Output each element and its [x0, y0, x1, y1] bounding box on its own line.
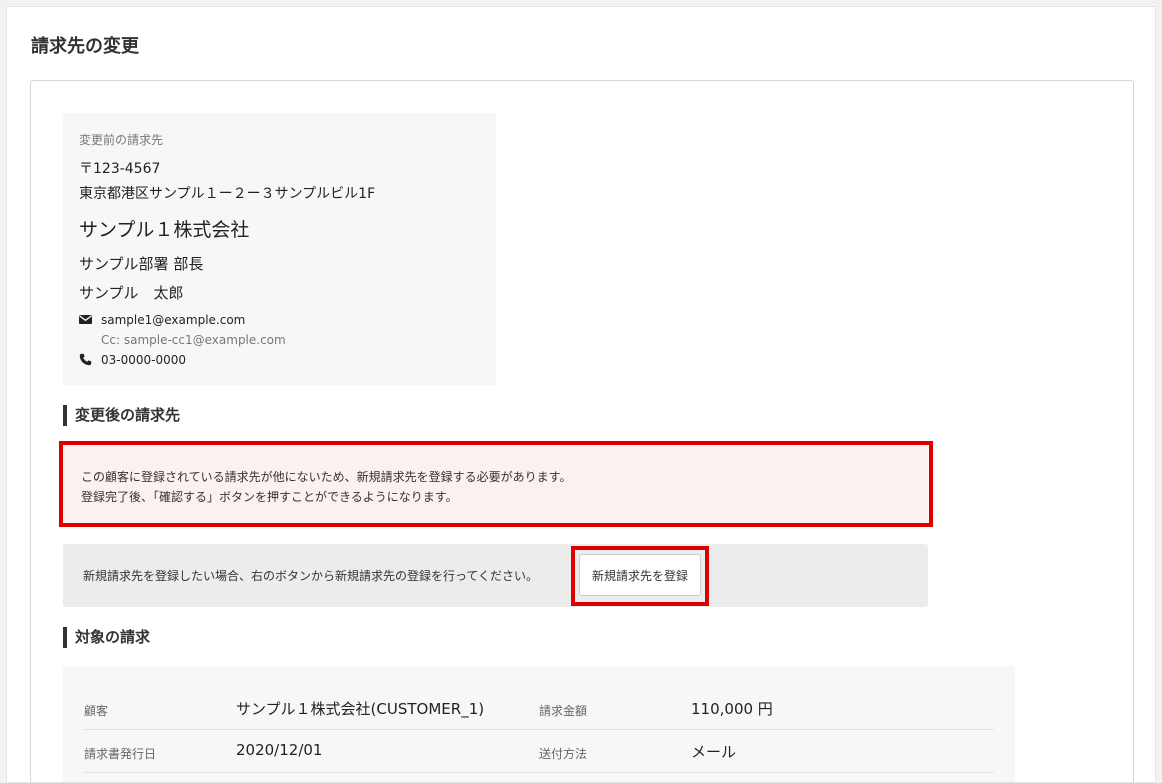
amount-label: 請求金額	[539, 704, 588, 718]
amount-value: 110,000 円	[691, 700, 773, 718]
invoice-row: 顧客 サンプル１株式会社(CUSTOMER_1) 請求金額 110,000 円	[84, 687, 994, 730]
delivery-method-label: 送付方法	[539, 747, 588, 761]
phone-row: 03-0000-0000	[79, 353, 480, 367]
alert-line-2: 登録完了後、「確認する」ボタンを押すことができるようになります。	[81, 490, 458, 504]
department: サンプル部署 部長	[79, 255, 204, 273]
postal-code: 〒123-4567	[79, 161, 161, 177]
register-instruction: 新規請求先を登録したい場合、右のボタンから新規請求先の登録を行ってください。	[83, 569, 539, 583]
cc-email: Cc: sample-cc1@example.com	[101, 333, 286, 347]
target-invoice-heading: 対象の請求	[63, 627, 150, 648]
contact-person: サンプル 太郎	[79, 284, 184, 302]
email: sample1@example.com	[101, 313, 246, 327]
phone-icon	[79, 353, 93, 367]
invoice-details: 顧客 サンプル１株式会社(CUSTOMER_1) 請求金額 110,000 円 …	[63, 666, 1015, 782]
envelope-icon	[79, 313, 93, 327]
invoice-row: 請求書発行日 2020/12/01 送付方法 メール	[84, 730, 994, 773]
company-name: サンプル１株式会社	[79, 219, 250, 241]
issue-date-label: 請求書発行日	[84, 747, 157, 761]
phone-number: 03-0000-0000	[101, 353, 187, 367]
new-billing-heading: 変更後の請求先	[63, 405, 180, 426]
customer-value: サンプル１株式会社(CUSTOMER_1)	[236, 700, 485, 718]
previous-billing-info: 変更前の請求先 〒123-4567 東京都港区サンプル１ー２ー３サンプルビル1F…	[63, 113, 496, 385]
content-card: 変更前の請求先 〒123-4567 東京都港区サンプル１ー２ー３サンプルビル1F…	[30, 80, 1134, 782]
customer-label: 顧客	[84, 704, 109, 718]
register-bar: 新規請求先を登録したい場合、右のボタンから新規請求先の登録を行ってください。 新…	[63, 544, 928, 607]
register-new-billing-button[interactable]: 新規請求先を登録	[579, 554, 701, 596]
previous-billing-label: 変更前の請求先	[79, 133, 164, 147]
address: 東京都港区サンプル１ー２ー３サンプルビル1F	[79, 186, 376, 202]
alert-line-1: この顧客に登録されている請求先が他にないため、新規請求先を登録する必要があります…	[81, 470, 572, 484]
page-title: 請求先の変更	[31, 36, 139, 57]
email-row: sample1@example.com	[79, 313, 480, 327]
issue-date-value: 2020/12/01	[236, 741, 323, 759]
warning-alert: この顧客に登録されている請求先が他にないため、新規請求先を登録する必要があります…	[63, 445, 929, 523]
app-window: 請求先の変更 変更前の請求先 〒123-4567 東京都港区サンプル１ー２ー３サ…	[6, 6, 1156, 783]
delivery-method-value: メール	[691, 743, 737, 761]
